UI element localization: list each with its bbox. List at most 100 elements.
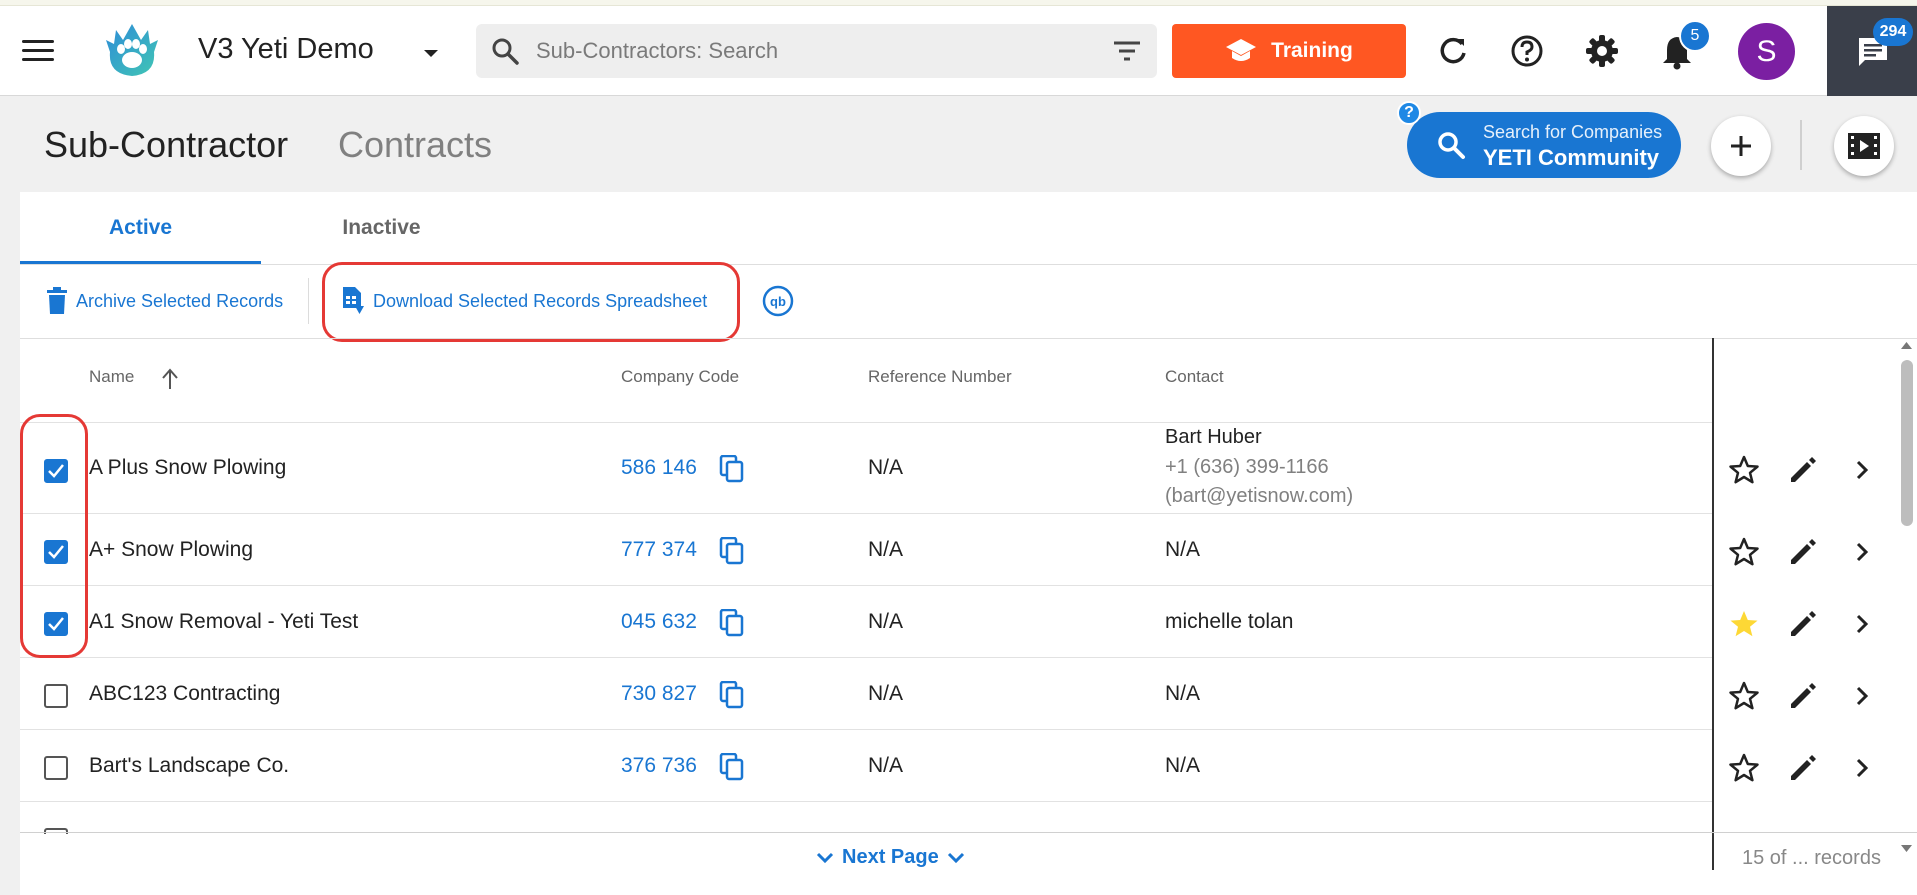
edit-pencil-icon[interactable] (1787, 608, 1819, 640)
sort-ascending-icon[interactable] (162, 368, 178, 390)
row-divider (20, 729, 1712, 730)
search-icon (490, 36, 520, 66)
yeti-paw-logo[interactable] (104, 22, 160, 78)
chevron-right-icon[interactable] (1846, 454, 1878, 486)
copy-icon[interactable] (719, 537, 745, 565)
row-checkbox[interactable] (44, 459, 68, 483)
edit-pencil-icon[interactable] (1787, 680, 1819, 712)
contracts-card: Active Inactive Archive Selected Records… (20, 192, 1917, 895)
browser-strip (0, 0, 1917, 6)
plus-icon (1731, 136, 1751, 156)
community-line1: Search for Companies (1483, 122, 1663, 142)
download-spreadsheet-button[interactable]: Download Selected Records Spreadsheet (341, 284, 707, 318)
download-label: Download Selected Records Spreadsheet (373, 290, 708, 311)
spreadsheet-download-icon (343, 287, 364, 314)
gear-icon[interactable] (1585, 34, 1619, 68)
chevron-down-icon (816, 852, 834, 863)
contact-name: N/A (1165, 682, 1201, 705)
company-code-link[interactable]: 730 827 (621, 682, 697, 706)
star-outline-icon[interactable] (1728, 454, 1760, 486)
search-input[interactable] (536, 36, 1056, 66)
chat-count-badge: 294 (1873, 18, 1913, 46)
help-icon[interactable] (1510, 34, 1544, 68)
row-divider (20, 657, 1712, 658)
add-button[interactable] (1711, 116, 1771, 176)
archive-selected-button[interactable]: Archive Selected Records (46, 284, 283, 318)
column-header-company-code[interactable]: Company Code (621, 367, 739, 387)
reference-number: N/A (868, 538, 904, 561)
company-code-link[interactable]: 586 146 (621, 456, 697, 480)
top-bar: V3 Yeti Demo Training 5 S 294 (0, 0, 1917, 96)
search-icon (1435, 129, 1467, 161)
copy-icon[interactable] (719, 681, 745, 709)
quickbooks-button[interactable]: qb (762, 284, 794, 318)
edit-pencil-icon[interactable] (1787, 752, 1819, 784)
company-code-link[interactable]: 777 374 (621, 538, 697, 562)
video-button[interactable] (1834, 116, 1894, 176)
reference-number: N/A (868, 610, 904, 633)
app-title[interactable]: V3 Yeti Demo (198, 33, 374, 66)
action-divider (308, 278, 309, 324)
chevron-right-icon[interactable] (1846, 536, 1878, 568)
quickbooks-icon: qb (762, 285, 794, 317)
copy-icon[interactable] (719, 753, 745, 781)
row-name[interactable]: ABC123 Contracting (89, 682, 280, 706)
page-subtitle: Contracts (338, 124, 493, 165)
edit-pencil-icon[interactable] (1787, 454, 1819, 486)
scrollbar-thumb[interactable] (1901, 360, 1913, 526)
column-header-contact[interactable]: Contact (1165, 367, 1224, 387)
header-divider (1800, 120, 1802, 170)
star-outline-icon[interactable] (1728, 536, 1760, 568)
notification-badge: 5 (1679, 20, 1711, 52)
row-name[interactable]: A+ Snow Plowing (89, 538, 253, 562)
copy-icon[interactable] (719, 609, 745, 637)
row-divider (20, 801, 1712, 802)
chevron-right-icon[interactable] (1846, 608, 1878, 640)
tab-inactive[interactable]: Inactive (261, 192, 502, 264)
row-divider (20, 585, 1712, 586)
row-name[interactable]: A1 Snow Removal - Yeti Test (89, 610, 358, 634)
next-page-button[interactable]: Next Page (816, 846, 965, 869)
contact-name: Bart Huber (1165, 426, 1262, 448)
chat-button[interactable]: 294 (1827, 6, 1917, 96)
actions-column-divider (1712, 338, 1714, 870)
menu-icon[interactable] (22, 40, 54, 62)
reference-number: N/A (868, 682, 904, 705)
copy-icon[interactable] (719, 455, 745, 483)
row-checkbox[interactable] (44, 540, 68, 564)
search-bar[interactable] (476, 24, 1157, 78)
scroll-down-arrow-icon[interactable] (1900, 844, 1913, 854)
refresh-icon[interactable] (1436, 34, 1470, 68)
next-page-label: Next Page (842, 846, 939, 868)
avatar[interactable]: S (1738, 23, 1795, 80)
tab-active[interactable]: Active (20, 192, 261, 264)
chevron-right-icon[interactable] (1846, 752, 1878, 784)
star-outline-icon[interactable] (1728, 752, 1760, 784)
star-outline-icon[interactable] (1728, 680, 1760, 712)
community-search-button[interactable]: Search for Companies YETI Community (1407, 112, 1681, 178)
row-checkbox-partial[interactable] (44, 828, 68, 834)
training-button[interactable]: Training (1172, 24, 1406, 78)
help-badge-icon[interactable]: ? (1397, 101, 1421, 125)
column-header-reference-number[interactable]: Reference Number (868, 367, 1012, 387)
caret-down-icon[interactable] (420, 42, 442, 64)
row-checkbox[interactable] (44, 756, 68, 780)
edit-pencil-icon[interactable] (1787, 536, 1819, 568)
contact-phone: +1 (636) 399-1166 (1165, 456, 1329, 478)
training-label: Training (1271, 39, 1353, 62)
scroll-up-arrow-icon[interactable] (1900, 340, 1913, 350)
archive-label: Archive Selected Records (76, 290, 284, 311)
star-filled-icon[interactable] (1728, 608, 1760, 640)
filter-icon[interactable] (1112, 38, 1142, 64)
graduation-cap-icon (1225, 36, 1257, 66)
row-checkbox[interactable] (44, 612, 68, 636)
row-name[interactable]: A Plus Snow Plowing (89, 456, 286, 480)
quickbooks-label: qb (770, 294, 786, 309)
chevron-down-icon (947, 852, 964, 863)
company-code-link[interactable]: 376 736 (621, 754, 697, 778)
column-header-name[interactable]: Name (89, 367, 134, 387)
company-code-link[interactable]: 045 632 (621, 610, 697, 634)
row-name[interactable]: Bart's Landscape Co. (89, 754, 289, 778)
row-checkbox[interactable] (44, 684, 68, 708)
chevron-right-icon[interactable] (1846, 680, 1878, 712)
